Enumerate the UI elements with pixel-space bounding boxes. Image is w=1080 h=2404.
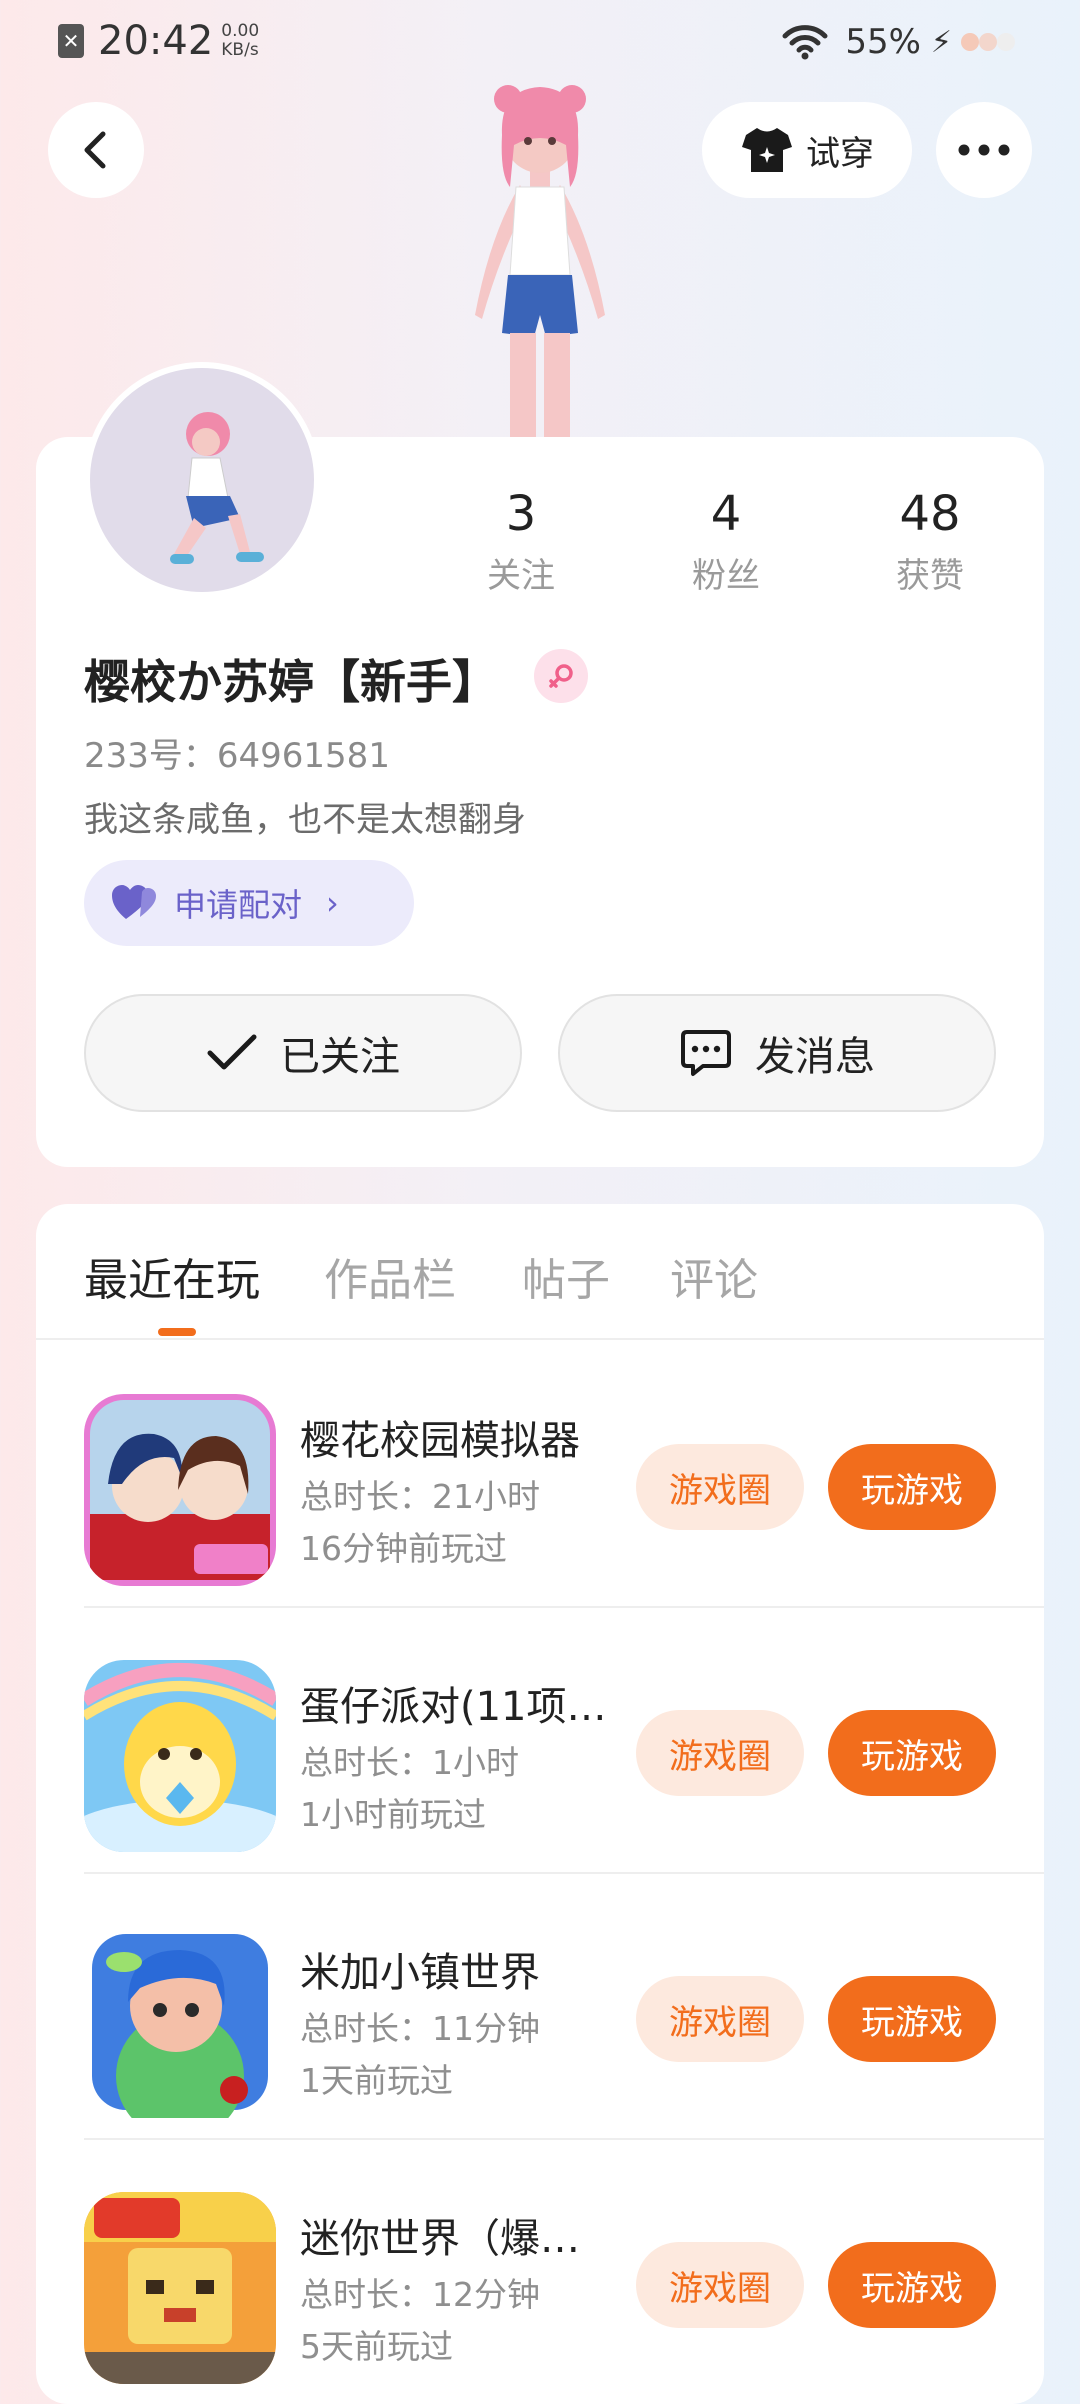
avatar-3d-model: [475, 85, 605, 437]
avatar[interactable]: [84, 362, 320, 598]
game-circle-button[interactable]: 游戏圈: [636, 1710, 804, 1796]
game-row[interactable]: 米加小镇世界 总时长：11分钟 1天前玩过 游戏圈 玩游戏: [84, 1872, 1044, 2138]
stat-value: 4: [710, 486, 742, 542]
content-card: 最近在玩 作品栏 帖子 评论 樱花校园模拟器 总时长：21小时 16分钟前玩过 …: [36, 1204, 1044, 2404]
game-name: 迷你世界（爆破）: [300, 2216, 610, 2262]
more-dots-icon: [958, 144, 1010, 156]
request-pair-button[interactable]: 申请配对 ›: [84, 860, 414, 946]
battery-percent: 55%: [845, 22, 921, 62]
game-duration: 总时长：11分钟: [300, 2009, 540, 2048]
stat-followers[interactable]: 4 粉丝: [646, 486, 806, 597]
chevron-right-icon: ›: [326, 884, 339, 922]
game-circle-button[interactable]: 游戏圈: [636, 2242, 804, 2328]
game-row[interactable]: 蛋仔派对(11项优化) 总时长：1小时 1小时前玩过 游戏圈 玩游戏: [84, 1606, 1044, 1872]
play-game-button[interactable]: 玩游戏: [828, 1976, 996, 2062]
more-button[interactable]: [936, 102, 1032, 198]
battery-icon: [961, 33, 1015, 51]
follow-label: 已关注: [280, 1034, 400, 1080]
play-game-button[interactable]: 玩游戏: [828, 2242, 996, 2328]
user-bio: 我这条咸鱼，也不是太想翻身: [84, 800, 526, 840]
stat-label: 粉丝: [692, 556, 760, 596]
female-icon: [534, 649, 588, 703]
game-duration: 总时长：12分钟: [300, 2275, 540, 2314]
user-id: 233号：64961581: [84, 736, 390, 776]
try-on-button[interactable]: 试穿: [702, 102, 912, 198]
play-game-button[interactable]: 玩游戏: [828, 1710, 996, 1796]
check-icon: [207, 1034, 257, 1070]
send-message-button[interactable]: 发消息: [558, 994, 996, 1112]
stat-value: 3: [505, 486, 537, 542]
tshirt-icon: [742, 128, 792, 172]
female-symbol-icon: [549, 664, 573, 688]
wifi-icon: [782, 25, 828, 60]
game-name: 樱花校园模拟器: [300, 1418, 580, 1464]
game-row[interactable]: 迷你世界（爆破） 总时长：12分钟 5天前玩过 游戏圈 玩游戏: [84, 2138, 1044, 2404]
miga-town-icon: [92, 1934, 268, 2118]
game-icon-miga-town: [84, 1926, 276, 2118]
username: 樱校か苏婷【新手】: [84, 655, 498, 709]
avatar-figure: [170, 412, 264, 564]
message-label: 发消息: [755, 1034, 875, 1080]
active-tab-indicator: [158, 1328, 196, 1336]
game-icon-sakura: [84, 1394, 276, 1586]
chat-icon: [681, 1030, 731, 1076]
stat-label: 获赞: [896, 556, 964, 596]
game-last-played: 1天前玩过: [300, 2061, 453, 2100]
no-sim-icon: ✕: [58, 24, 84, 58]
mini-world-icon: [84, 2192, 276, 2384]
game-last-played: 5天前玩过: [300, 2327, 453, 2366]
game-duration: 总时长：1小时: [300, 1743, 519, 1782]
stat-following[interactable]: 3 关注: [441, 486, 601, 597]
play-game-button[interactable]: 玩游戏: [828, 1444, 996, 1530]
tab-posts[interactable]: 帖子: [522, 1244, 610, 1308]
hearts-icon: [112, 885, 156, 919]
game-row[interactable]: 樱花校园模拟器 总时长：21小时 16分钟前玩过 游戏圈 玩游戏: [84, 1340, 1044, 1606]
game-icon-mini-world: [84, 2192, 276, 2384]
stat-likes[interactable]: 48 获赞: [850, 486, 1010, 597]
game-last-played: 1小时前玩过: [300, 1795, 486, 1834]
charging-icon: ⚡: [930, 24, 952, 60]
game-name: 蛋仔派对(11项优化): [300, 1684, 610, 1730]
game-circle-button[interactable]: 游戏圈: [636, 1976, 804, 2062]
stat-value: 48: [899, 486, 961, 542]
sakura-school-icon: [84, 1394, 276, 1586]
chevron-left-icon: [84, 131, 106, 169]
network-speed: 0.00 KB/s: [221, 21, 260, 60]
pair-label: 申请配对: [174, 886, 303, 924]
game-duration: 总时长：21小时: [300, 1477, 540, 1516]
tab-comments[interactable]: 评论: [670, 1244, 758, 1308]
game-last-played: 16分钟前玩过: [300, 1529, 507, 1568]
status-time: 20:42: [98, 18, 214, 64]
back-button[interactable]: [48, 102, 144, 198]
game-circle-button[interactable]: 游戏圈: [636, 1444, 804, 1530]
try-on-label: 试穿: [806, 133, 874, 174]
followed-button[interactable]: 已关注: [84, 994, 522, 1112]
stat-label: 关注: [487, 556, 555, 596]
game-name: 米加小镇世界: [300, 1950, 540, 1996]
content-tabs: 最近在玩 作品栏 帖子 评论: [36, 1204, 1044, 1340]
eggy-party-icon: [84, 1660, 276, 1852]
tab-recently-played[interactable]: 最近在玩: [84, 1244, 260, 1308]
tab-works[interactable]: 作品栏: [324, 1244, 456, 1308]
game-icon-eggy-party: [84, 1660, 276, 1852]
